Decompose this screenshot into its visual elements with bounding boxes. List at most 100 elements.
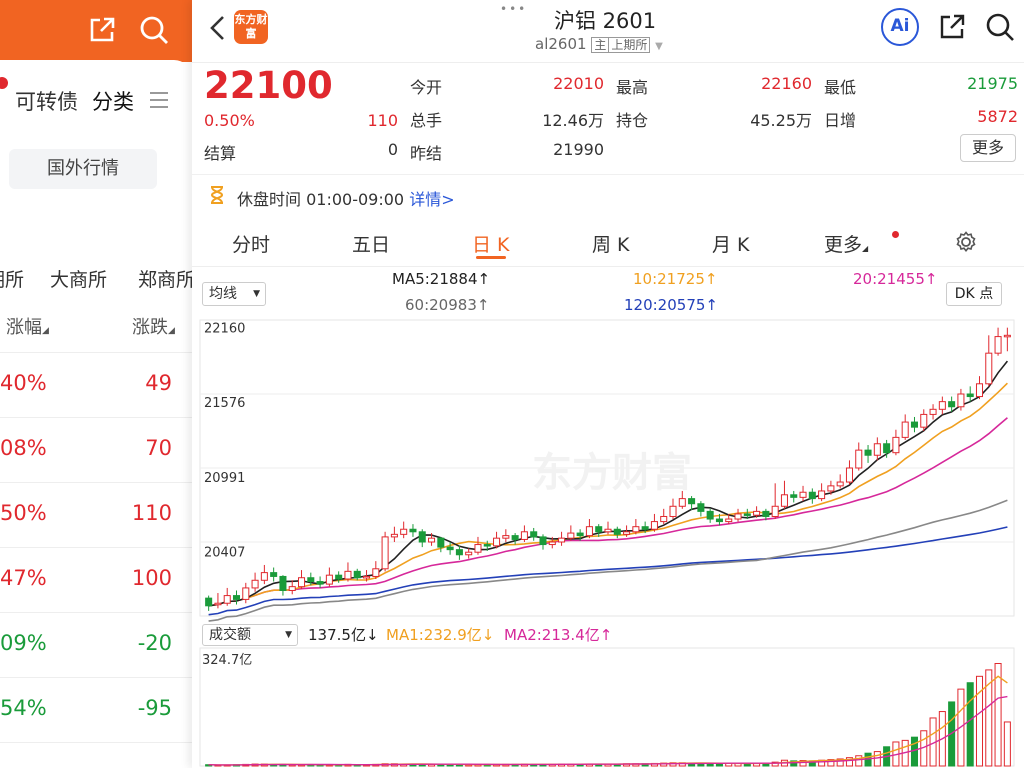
tab-convertible[interactable]: 可转债: [15, 86, 78, 116]
watermark-logo: 东方财富: [532, 450, 692, 496]
candle-body: [632, 526, 640, 533]
volume-max-label: 324.7亿: [202, 653, 252, 668]
volume-indicator-label: 成交额: [209, 627, 251, 643]
volume-ma1-text: MA1:232.9亿: [386, 626, 482, 644]
volume-ma2-text: MA2:213.4亿: [504, 626, 600, 644]
candle-body: [232, 595, 241, 600]
candle-body: [613, 528, 621, 535]
candle-body: [910, 421, 919, 428]
candle-body: [920, 413, 928, 428]
exchange-tab-dce[interactable]: 大商所: [50, 265, 107, 292]
candle-body: [650, 521, 658, 530]
red-dot-badge: [0, 77, 8, 89]
search-icon[interactable]: [984, 11, 1016, 43]
tab-weekly-k[interactable]: 周 K: [592, 230, 630, 257]
chevron-down-icon: ▼: [655, 41, 663, 52]
list-item[interactable]: 47% 100: [0, 548, 192, 613]
candle-body: [344, 570, 352, 580]
tab-category[interactable]: 分类: [92, 86, 134, 116]
exchange-tab-czce[interactable]: 郑商所: [138, 265, 192, 292]
list-item[interactable]: 50% 110: [0, 483, 192, 548]
candle-body: [660, 515, 668, 523]
share-icon[interactable]: [938, 13, 966, 41]
dk-point-button[interactable]: DK 点: [946, 282, 1002, 306]
search-icon[interactable]: [138, 14, 170, 46]
candle-body: [260, 572, 268, 581]
market-list-pane: 可转债 分类 国外行情 期所 大商所 郑商所 涨幅◢ 涨跌◢ 40% 49 08% 7…: [0, 0, 192, 768]
more-button[interactable]: 更多: [960, 134, 1016, 162]
candle-body: [455, 549, 463, 556]
candle-body: [762, 510, 770, 517]
share-icon[interactable]: [88, 16, 116, 44]
ma5-legend-value: MA5:21884: [392, 270, 478, 288]
candle-body: [743, 513, 751, 516]
divider: [192, 174, 1024, 175]
ma60-legend-value: 60:20983: [405, 296, 477, 314]
candle-body: [270, 572, 278, 577]
candle-body: [251, 579, 259, 589]
open-value: 22010: [553, 74, 604, 93]
last-price: 22100: [204, 64, 333, 107]
candle-body: [845, 467, 853, 483]
ai-assistant-button[interactable]: Ai: [881, 8, 919, 46]
volume-value: 137.5亿↓: [308, 626, 379, 644]
volume-bar: [855, 755, 863, 767]
candle-body: [483, 544, 491, 547]
col-header-chg[interactable]: 涨跌◢: [132, 313, 175, 339]
overseas-market-button[interactable]: 国外行情: [9, 149, 157, 189]
exchange-tab-shfe[interactable]: 期所: [0, 265, 24, 292]
candle-body: [548, 541, 556, 546]
candle-body: [576, 532, 584, 537]
candle-body: [966, 393, 974, 398]
kline-chart[interactable]: 22160 21576 20991 20407 东方财富 324.7亿: [192, 316, 1024, 768]
open-interest-value: 45.25万: [750, 111, 812, 130]
tab-daily-k[interactable]: 日 K: [472, 230, 510, 257]
back-icon[interactable]: [208, 15, 228, 41]
list-item-pct: 54%: [0, 696, 47, 720]
y-tick-label: 20991: [204, 471, 245, 486]
tab-monthly-k[interactable]: 月 K: [712, 230, 750, 257]
tab-intraday[interactable]: 分时: [232, 230, 270, 257]
candle-body: [493, 537, 501, 547]
session-detail-link[interactable]: 详情>: [409, 190, 454, 209]
ma120-legend-value: 120:20575: [624, 296, 706, 314]
ma5-legend: MA5:21884↑: [392, 270, 491, 288]
list-item[interactable]: 09% -20: [0, 613, 192, 678]
list-item[interactable]: 40% 49: [0, 353, 192, 418]
candle-body: [214, 602, 222, 606]
tab-more[interactable]: 更多◢: [824, 230, 868, 257]
ma60-line: [208, 499, 1008, 622]
candle-body: [688, 498, 696, 505]
candle-body: [669, 505, 677, 517]
contract-subtitle[interactable]: al2601 主上期所 ▼: [535, 35, 663, 53]
candle-body: [297, 577, 306, 588]
volume-indicator-select[interactable]: 成交额 ▼: [202, 624, 298, 646]
candle-body: [892, 436, 900, 454]
red-dot-badge: [892, 231, 899, 238]
col-header-pct[interactable]: 涨幅◢: [6, 313, 49, 339]
list-item-pct: 09%: [0, 631, 47, 655]
settings-gear-icon[interactable]: [955, 231, 977, 253]
candle-body: [938, 401, 946, 410]
menu-icon[interactable]: [150, 92, 168, 108]
candle-body: [734, 513, 742, 520]
drag-handle-icon[interactable]: •••: [500, 2, 527, 16]
candle-body: [390, 533, 398, 538]
candle-body: [790, 494, 798, 498]
list-item[interactable]: 08% 70: [0, 418, 192, 483]
candle-body: [706, 510, 714, 520]
ma-select[interactable]: 均线 ▼: [202, 282, 266, 306]
candle-body: [725, 518, 733, 523]
tab-five-day[interactable]: 五日: [352, 230, 390, 257]
y-tick-label: 21576: [204, 396, 245, 411]
list-item[interactable]: 54% -95: [0, 678, 192, 743]
list-item-chg: -20: [137, 631, 172, 655]
candle-body: [948, 401, 956, 408]
session-detail-label: 详情: [409, 190, 442, 209]
volume-label: 总手: [410, 111, 443, 130]
list-item-chg: 70: [145, 436, 172, 460]
hourglass-icon: [210, 186, 224, 204]
open-interest-label: 持仓: [616, 111, 649, 130]
change-pct: 0.50%: [204, 111, 255, 130]
list-item-chg: 100: [131, 566, 172, 590]
